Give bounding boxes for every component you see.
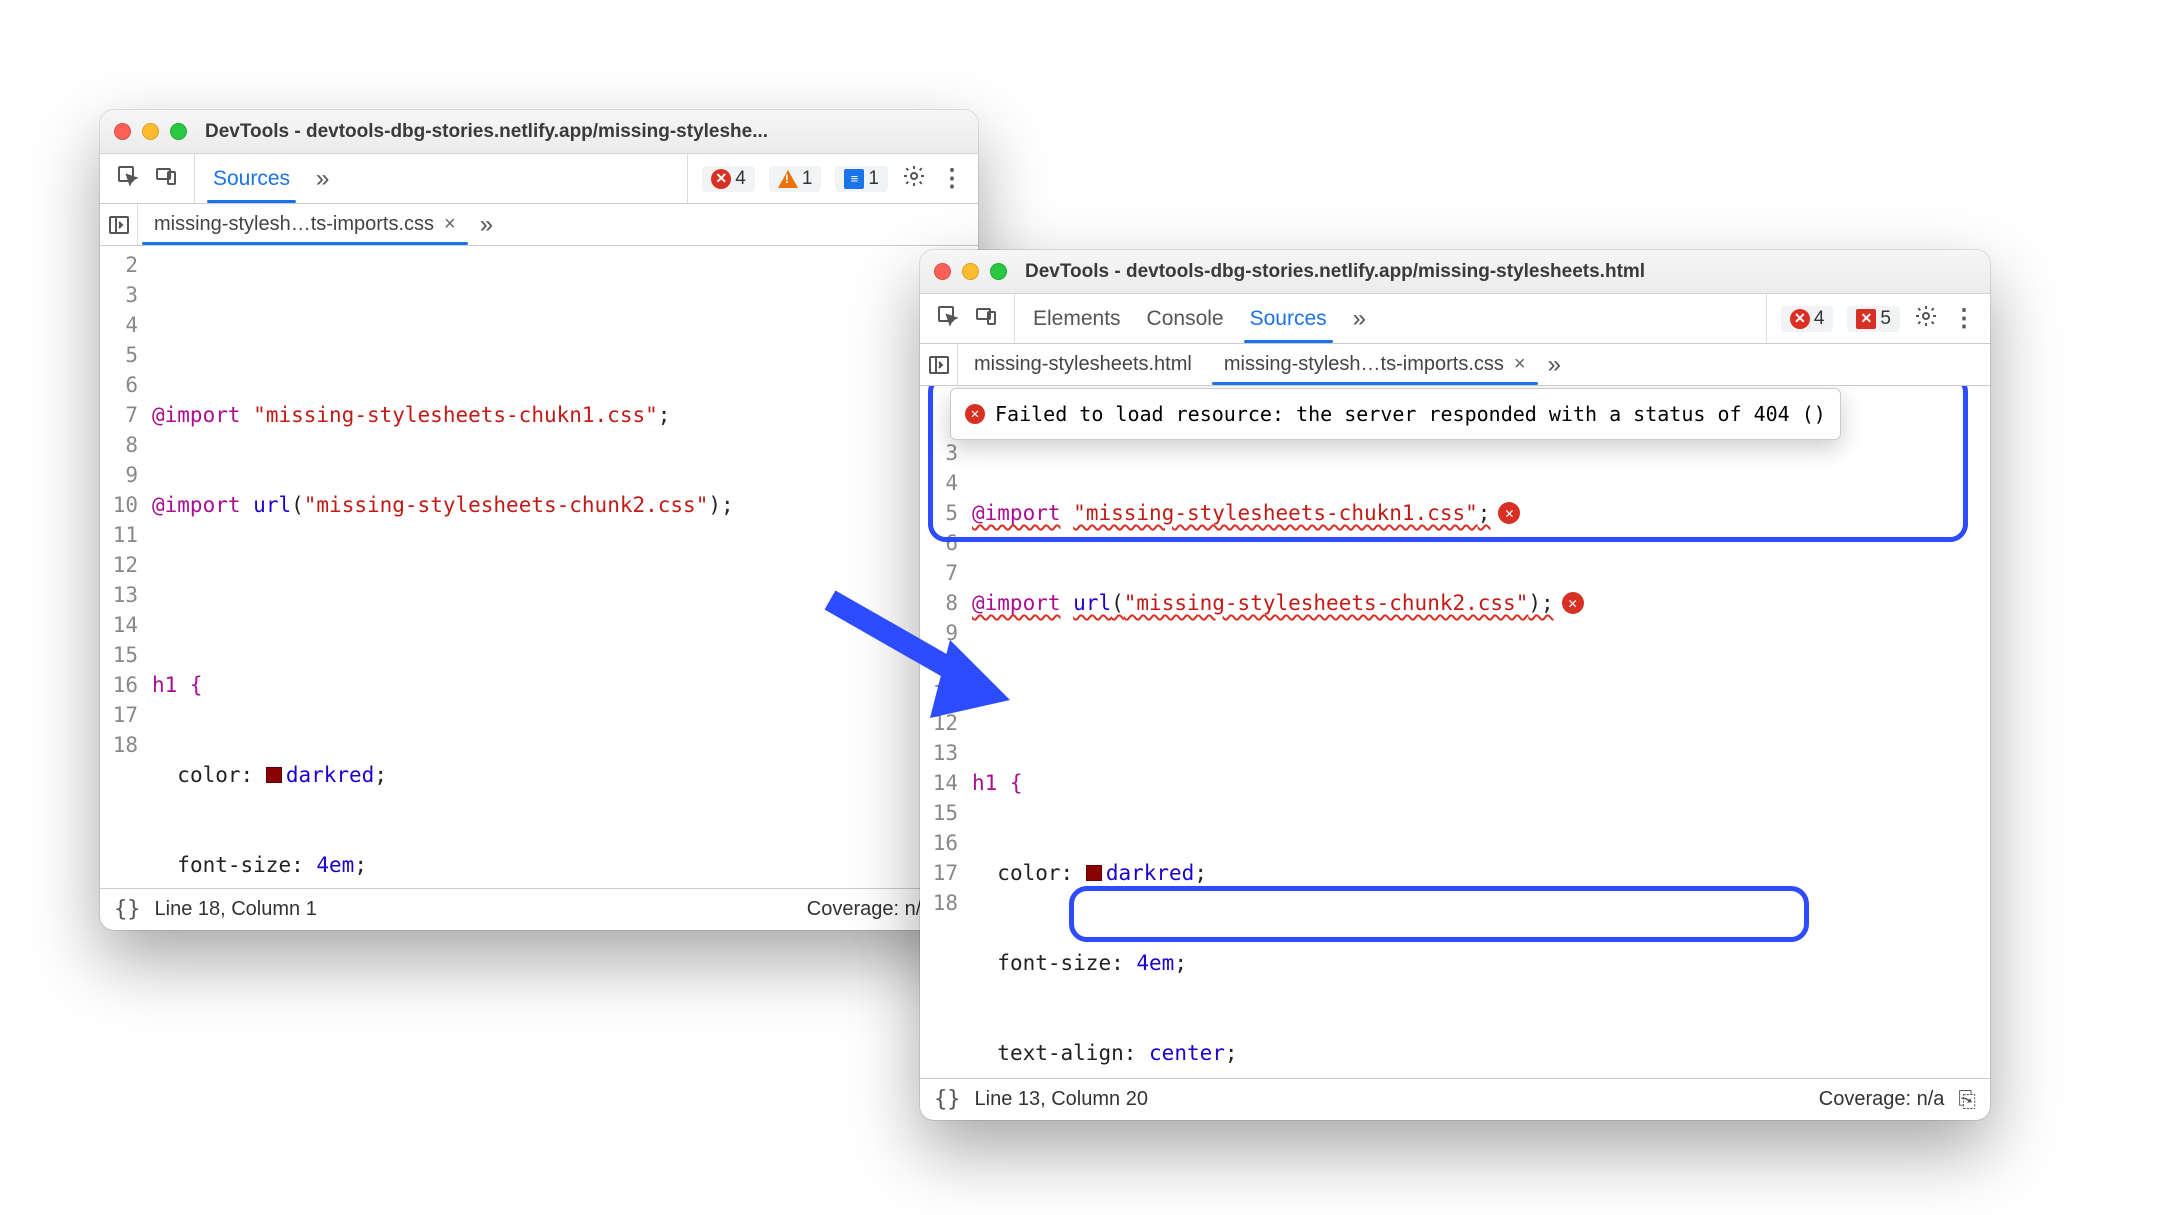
close-window-button[interactable]	[934, 263, 951, 280]
kebab-menu-icon[interactable]: ⋮	[940, 164, 964, 193]
code-content[interactable]: @import "missing-stylesheets-chukn1.css"…	[968, 386, 1990, 1078]
main-toolbar: Elements Console Sources » ✕4 ✕5 ⋮	[920, 294, 1990, 344]
inspect-icon[interactable]	[936, 304, 960, 334]
issues-count-badge[interactable]: ✕5	[1847, 306, 1900, 332]
window-title: DevTools - devtools-dbg-stories.netlify.…	[1025, 261, 1645, 283]
tab-elements[interactable]: Elements	[1033, 294, 1121, 343]
error-marker-icon[interactable]: ✕	[1562, 592, 1584, 614]
file-tabs-bar: missing-stylesh…ts-imports.css × »	[100, 204, 978, 246]
devtools-window-before: DevTools - devtools-dbg-stories.netlify.…	[100, 110, 978, 930]
coverage-status: Coverage: n/a	[807, 898, 933, 921]
code-content[interactable]: @import "missing-stylesheets-chukn1.css"…	[148, 246, 978, 888]
main-toolbar: Sources » ✕4 1 ≡1 ⋮	[100, 154, 978, 204]
code-editor[interactable]: ✕ Failed to load resource: the server re…	[920, 386, 1990, 1078]
more-file-tabs-icon[interactable]: »	[472, 211, 493, 239]
color-swatch-darkred[interactable]	[1086, 865, 1102, 881]
devtools-window-after: DevTools - devtools-dbg-stories.netlify.…	[920, 250, 1990, 1120]
error-tooltip: ✕ Failed to load resource: the server re…	[950, 388, 1841, 440]
warning-count-badge[interactable]: 1	[769, 166, 822, 192]
status-bar: {} Line 18, Column 1 Coverage: n/a ⎘	[100, 888, 978, 930]
settings-icon[interactable]	[1914, 304, 1938, 334]
file-tabs-bar: missing-stylesheets.html missing-stylesh…	[920, 344, 1990, 386]
navigator-toggle-icon[interactable]	[100, 204, 138, 245]
pretty-print-icon[interactable]: {}	[114, 897, 141, 922]
info-count-badge[interactable]: ≡1	[835, 166, 888, 192]
code-editor[interactable]: 23456789101112131415161718 @import "miss…	[100, 246, 978, 888]
titlebar: DevTools - devtools-dbg-stories.netlify.…	[920, 250, 1990, 294]
error-count-badge[interactable]: ✕4	[1781, 306, 1834, 332]
zoom-window-button[interactable]	[170, 123, 187, 140]
tab-sources[interactable]: Sources	[213, 154, 290, 203]
device-toolbar-icon[interactable]	[974, 304, 998, 334]
line-number-gutter: 3456789101112131415161718	[920, 386, 968, 1078]
minimize-window-button[interactable]	[962, 263, 979, 280]
file-tab-html[interactable]: missing-stylesheets.html	[958, 344, 1208, 385]
error-count-badge[interactable]: ✕4	[702, 166, 755, 192]
cursor-position: Line 18, Column 1	[155, 898, 317, 921]
titlebar: DevTools - devtools-dbg-stories.netlify.…	[100, 110, 978, 154]
status-bar: {} Line 13, Column 20 Coverage: n/a ⎘	[920, 1078, 1990, 1120]
minimize-window-button[interactable]	[142, 123, 159, 140]
error-marker-icon[interactable]: ✕	[1498, 502, 1520, 524]
traffic-lights	[114, 123, 187, 140]
navigator-toggle-icon[interactable]	[920, 344, 958, 385]
zoom-window-button[interactable]	[990, 263, 1007, 280]
tab-console[interactable]: Console	[1147, 294, 1224, 343]
coverage-status: Coverage: n/a	[1819, 1088, 1945, 1111]
close-tab-icon[interactable]: ×	[1514, 353, 1526, 376]
tab-sources[interactable]: Sources	[1250, 294, 1327, 343]
pretty-print-icon[interactable]: {}	[934, 1087, 961, 1112]
line-number-gutter: 23456789101112131415161718	[100, 246, 148, 888]
more-tabs-icon[interactable]: »	[1353, 294, 1366, 343]
more-tabs-icon[interactable]: »	[316, 154, 329, 203]
close-tab-icon[interactable]: ×	[444, 213, 456, 236]
color-swatch-darkred[interactable]	[266, 767, 282, 783]
inspect-icon[interactable]	[116, 164, 140, 194]
traffic-lights	[934, 263, 1007, 280]
file-tab-imports-css[interactable]: missing-stylesh…ts-imports.css ×	[1208, 344, 1542, 385]
device-toolbar-icon[interactable]	[154, 164, 178, 194]
more-file-tabs-icon[interactable]: »	[1542, 351, 1561, 379]
close-window-button[interactable]	[114, 123, 131, 140]
cursor-position: Line 13, Column 20	[975, 1088, 1148, 1111]
settings-icon[interactable]	[902, 164, 926, 194]
file-tab-imports-css[interactable]: missing-stylesh…ts-imports.css ×	[138, 204, 472, 245]
kebab-menu-icon[interactable]: ⋮	[1952, 304, 1976, 333]
arrow-icon	[810, 570, 1030, 730]
source-map-icon[interactable]: ⎘	[1958, 1087, 1976, 1113]
error-icon: ✕	[965, 404, 985, 424]
window-title: DevTools - devtools-dbg-stories.netlify.…	[205, 121, 768, 143]
